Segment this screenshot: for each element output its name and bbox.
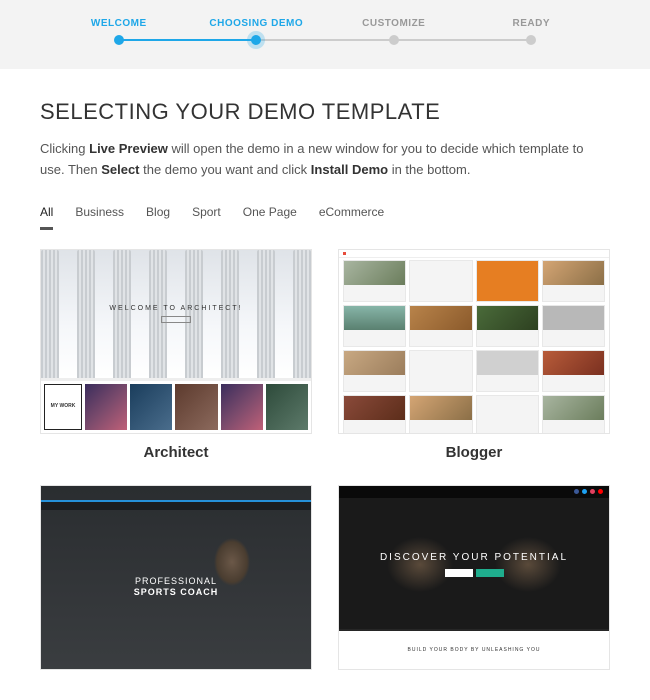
step-line [394,39,532,41]
tab-one-page[interactable]: One Page [243,205,297,230]
demo-thumbnail [338,249,610,434]
step-label: READY [463,18,601,29]
demo-thumbnail: DISCOVER YOUR POTENTIAL BUILD YOUR BODY … [338,485,610,670]
thumb-lower-text: BUILD YOUR BODY BY UNLEASHING YOU [339,631,609,669]
main-content: SELECTING YOUR DEMO TEMPLATE Clicking Li… [0,69,650,700]
page-description: Clicking Live Preview will open the demo… [40,139,610,181]
step-dot-icon [251,35,261,45]
filter-tabs: All Business Blog Sport One Page eCommer… [40,205,610,231]
social-icon [582,489,587,494]
thumb-hero-text: DISCOVER YOUR POTENTIAL [380,552,568,563]
tab-business[interactable]: Business [75,205,124,230]
demo-card-blogger[interactable]: Blogger [338,249,610,461]
step-label: WELCOME [50,18,188,29]
step-dot-icon [114,35,124,45]
demo-title: Blogger [338,444,610,461]
demo-thumbnail: WELCOME TO ARCHITECT! MY WORK [40,249,312,434]
social-icon [590,489,595,494]
tab-blog[interactable]: Blog [146,205,170,230]
demo-card-gym[interactable]: DISCOVER YOUR POTENTIAL BUILD YOUR BODY … [338,485,610,670]
stepper: WELCOME CHOOSING DEMO CUSTOMIZE READY [0,0,650,69]
tab-ecommerce[interactable]: eCommerce [319,205,384,230]
tab-all[interactable]: All [40,205,53,230]
demo-title: Architect [40,444,312,461]
tab-sport[interactable]: Sport [192,205,221,230]
step-welcome[interactable]: WELCOME [50,18,188,45]
step-line [256,39,394,41]
demo-card-coach[interactable]: PROFESSIONALSPORTS COACH [40,485,312,670]
step-label: CHOOSING DEMO [188,18,326,29]
social-icon [574,489,579,494]
step-line [119,39,257,41]
step-dot-icon [389,35,399,45]
demo-grid: WELCOME TO ARCHITECT! MY WORK Architect [40,249,610,670]
social-icon [598,489,603,494]
thumb-hero-text: WELCOME TO ARCHITECT! [109,305,242,323]
demo-thumbnail: PROFESSIONALSPORTS COACH [40,485,312,670]
step-dot-icon [526,35,536,45]
thumb-mywork-label: MY WORK [44,384,82,430]
demo-card-architect[interactable]: WELCOME TO ARCHITECT! MY WORK Architect [40,249,312,461]
step-label: CUSTOMIZE [325,18,463,29]
page-title: SELECTING YOUR DEMO TEMPLATE [40,99,610,125]
thumb-hero-text: PROFESSIONALSPORTS COACH [134,576,219,598]
